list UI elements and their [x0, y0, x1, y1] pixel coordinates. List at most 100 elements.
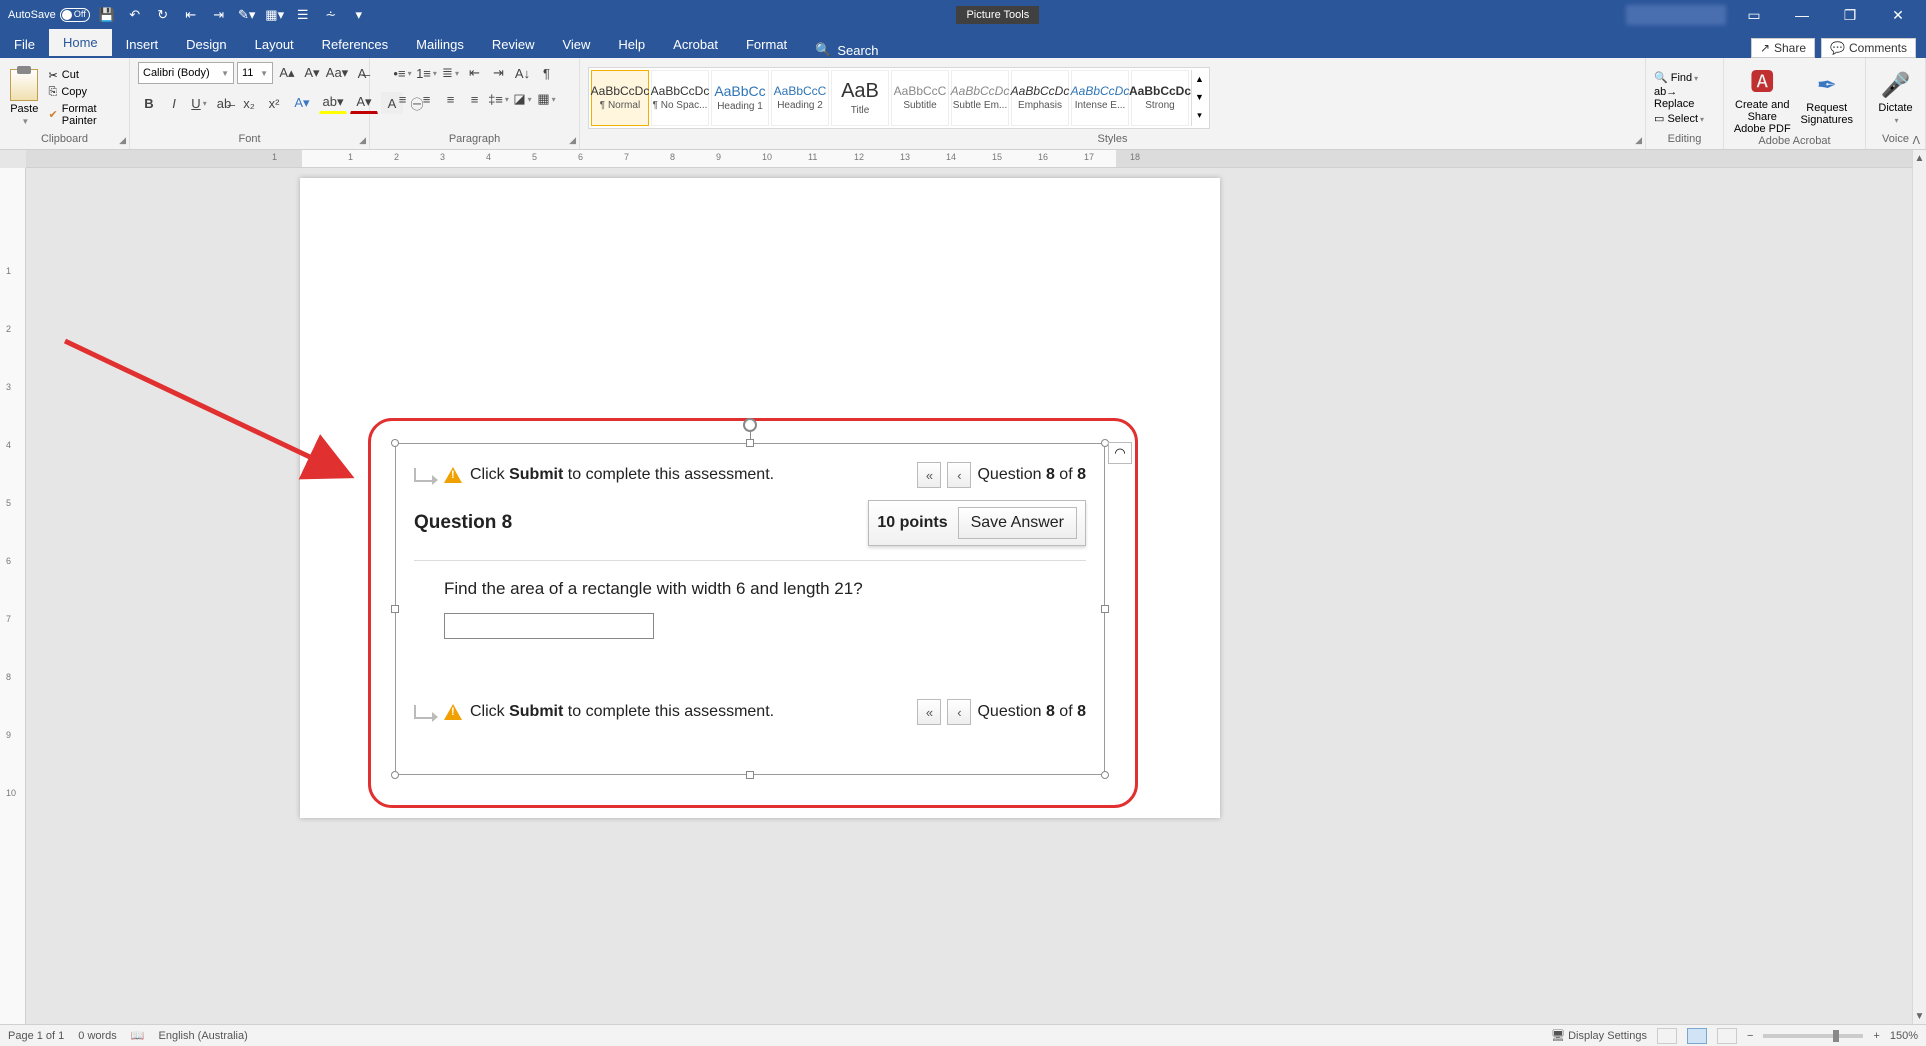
tab-layout[interactable]: Layout: [241, 31, 308, 58]
styles-scroll-up-icon[interactable]: ▲: [1192, 74, 1207, 84]
copy-button[interactable]: ⎘Copy: [45, 85, 121, 100]
show-marks-button[interactable]: ¶: [536, 62, 558, 84]
highlight-button[interactable]: ab▾: [319, 92, 347, 114]
dialog-launcher-icon[interactable]: ◢: [1635, 135, 1642, 146]
style-normal[interactable]: AaBbCcDc¶ Normal: [591, 70, 649, 126]
qat-customize-icon[interactable]: ▾: [348, 4, 370, 26]
find-button[interactable]: 🔍 Find▾: [1654, 71, 1715, 84]
save-icon[interactable]: 💾: [96, 4, 118, 26]
qat-link-icon[interactable]: ⩪: [320, 4, 342, 26]
user-account[interactable]: [1626, 5, 1726, 25]
line-spacing-button[interactable]: ‡≡▾: [488, 88, 510, 110]
redo-icon[interactable]: ↻: [152, 4, 174, 26]
numbering-button[interactable]: 1≡▾: [416, 62, 438, 84]
qat-indent-increase-icon[interactable]: ⇥: [208, 4, 230, 26]
layout-options-icon[interactable]: ◠: [1108, 442, 1132, 464]
shrink-font-icon[interactable]: A▾: [301, 62, 323, 84]
zoom-slider[interactable]: [1763, 1034, 1863, 1038]
resize-handle[interactable]: [746, 439, 754, 447]
spellcheck-icon[interactable]: 📖: [131, 1029, 145, 1042]
tab-acrobat[interactable]: Acrobat: [659, 31, 732, 58]
tab-references[interactable]: References: [308, 31, 402, 58]
resize-handle[interactable]: [1101, 605, 1109, 613]
increase-indent-button[interactable]: ⇥: [488, 62, 510, 84]
undo-icon[interactable]: ↶: [124, 4, 146, 26]
create-pdf-button[interactable]: 🅰Create and Share Adobe PDF: [1732, 62, 1793, 135]
format-painter-button[interactable]: ✔Format Painter: [45, 102, 121, 128]
style-subtle-emphasis[interactable]: AaBbCcDcSubtle Em...: [951, 70, 1009, 126]
dialog-launcher-icon[interactable]: ◢: [569, 135, 576, 146]
text-effects-button[interactable]: A▾: [288, 92, 316, 114]
word-count[interactable]: 0 words: [78, 1030, 117, 1042]
share-button[interactable]: ↗Share: [1751, 38, 1815, 58]
tab-format[interactable]: Format: [732, 31, 801, 58]
scroll-up-icon[interactable]: ▲: [1913, 150, 1926, 166]
tab-file[interactable]: File: [0, 31, 49, 58]
tab-review[interactable]: Review: [478, 31, 549, 58]
comments-button[interactable]: 💬Comments: [1821, 38, 1916, 58]
dialog-launcher-icon[interactable]: ◢: [359, 135, 366, 146]
collapse-ribbon-icon[interactable]: ᐱ: [1912, 134, 1920, 147]
dictate-button[interactable]: 🎤Dictate▾: [1874, 71, 1917, 125]
multilevel-list-button[interactable]: ≣▾: [440, 62, 462, 84]
decrease-indent-button[interactable]: ⇤: [464, 62, 486, 84]
autosave-toggle[interactable]: AutoSave Off: [8, 8, 90, 22]
align-left-button[interactable]: ≡: [392, 88, 414, 110]
zoom-level[interactable]: 150%: [1890, 1030, 1918, 1042]
styles-scroll-down-icon[interactable]: ▼: [1192, 92, 1207, 102]
styles-expand-icon[interactable]: ▾: [1192, 110, 1207, 121]
resize-handle[interactable]: [391, 439, 399, 447]
shading-button[interactable]: ◪▾: [512, 88, 534, 110]
dialog-launcher-icon[interactable]: ◢: [119, 135, 126, 146]
minimize-button[interactable]: —: [1782, 1, 1822, 29]
qat-list-icon[interactable]: ☰: [292, 4, 314, 26]
ruler-horizontal[interactable]: 1123456789101112131415161718: [26, 150, 1926, 168]
vertical-scrollbar[interactable]: ▲ ▼: [1912, 150, 1926, 1024]
styles-gallery[interactable]: AaBbCcDc¶ Normal AaBbCcDc¶ No Spac... Aa…: [588, 67, 1210, 129]
italic-button[interactable]: I: [163, 92, 185, 114]
borders-button[interactable]: ▦▾: [536, 88, 558, 110]
first-question-button[interactable]: «: [917, 699, 941, 725]
style-heading1[interactable]: AaBbCcHeading 1: [711, 70, 769, 126]
style-strong[interactable]: AaBbCcDcStrong: [1131, 70, 1189, 126]
ribbon-display-options-icon[interactable]: ▭: [1734, 1, 1774, 29]
font-size-select[interactable]: 11▼: [237, 62, 273, 84]
qat-indent-decrease-icon[interactable]: ⇤: [180, 4, 202, 26]
tab-help[interactable]: Help: [604, 31, 659, 58]
grow-font-icon[interactable]: A▴: [276, 62, 298, 84]
change-case-icon[interactable]: Aa▾: [326, 62, 348, 84]
style-no-spacing[interactable]: AaBbCcDc¶ No Spac...: [651, 70, 709, 126]
zoom-in-button[interactable]: +: [1873, 1030, 1879, 1042]
prev-question-button[interactable]: ‹: [947, 699, 971, 725]
justify-button[interactable]: ≡: [464, 88, 486, 110]
style-heading2[interactable]: AaBbCcCHeading 2: [771, 70, 829, 126]
scroll-down-icon[interactable]: ▼: [1913, 1008, 1926, 1024]
qat-table-icon[interactable]: ▦▾: [264, 4, 286, 26]
zoom-out-button[interactable]: −: [1747, 1030, 1753, 1042]
bold-button[interactable]: B: [138, 92, 160, 114]
resize-handle[interactable]: [1101, 771, 1109, 779]
save-answer-button[interactable]: Save Answer: [958, 507, 1077, 539]
read-mode-icon[interactable]: [1657, 1028, 1677, 1044]
strikethrough-button[interactable]: ab̶: [213, 92, 235, 114]
bullets-button[interactable]: •≡▾: [392, 62, 414, 84]
search-box[interactable]: 🔍 Search: [801, 42, 892, 58]
tab-insert[interactable]: Insert: [112, 31, 173, 58]
cut-button[interactable]: ✂Cut: [45, 68, 121, 83]
style-intense-emphasis[interactable]: AaBbCcDcIntense E...: [1071, 70, 1129, 126]
answer-input[interactable]: [444, 613, 654, 639]
resize-handle[interactable]: [746, 771, 754, 779]
page-indicator[interactable]: Page 1 of 1: [8, 1030, 64, 1042]
tab-design[interactable]: Design: [172, 31, 240, 58]
align-right-button[interactable]: ≡: [440, 88, 462, 110]
restore-button[interactable]: ❐: [1830, 1, 1870, 29]
select-button[interactable]: ▭ Select▾: [1654, 112, 1715, 125]
close-button[interactable]: ✕: [1878, 1, 1918, 29]
web-layout-icon[interactable]: [1717, 1028, 1737, 1044]
print-layout-icon[interactable]: [1687, 1028, 1707, 1044]
subscript-button[interactable]: x₂: [238, 92, 260, 114]
style-title[interactable]: AaBTitle: [831, 70, 889, 126]
qat-draw-icon[interactable]: ✎▾: [236, 4, 258, 26]
align-center-button[interactable]: ≡: [416, 88, 438, 110]
request-signatures-button[interactable]: ✒Request Signatures: [1797, 71, 1858, 126]
